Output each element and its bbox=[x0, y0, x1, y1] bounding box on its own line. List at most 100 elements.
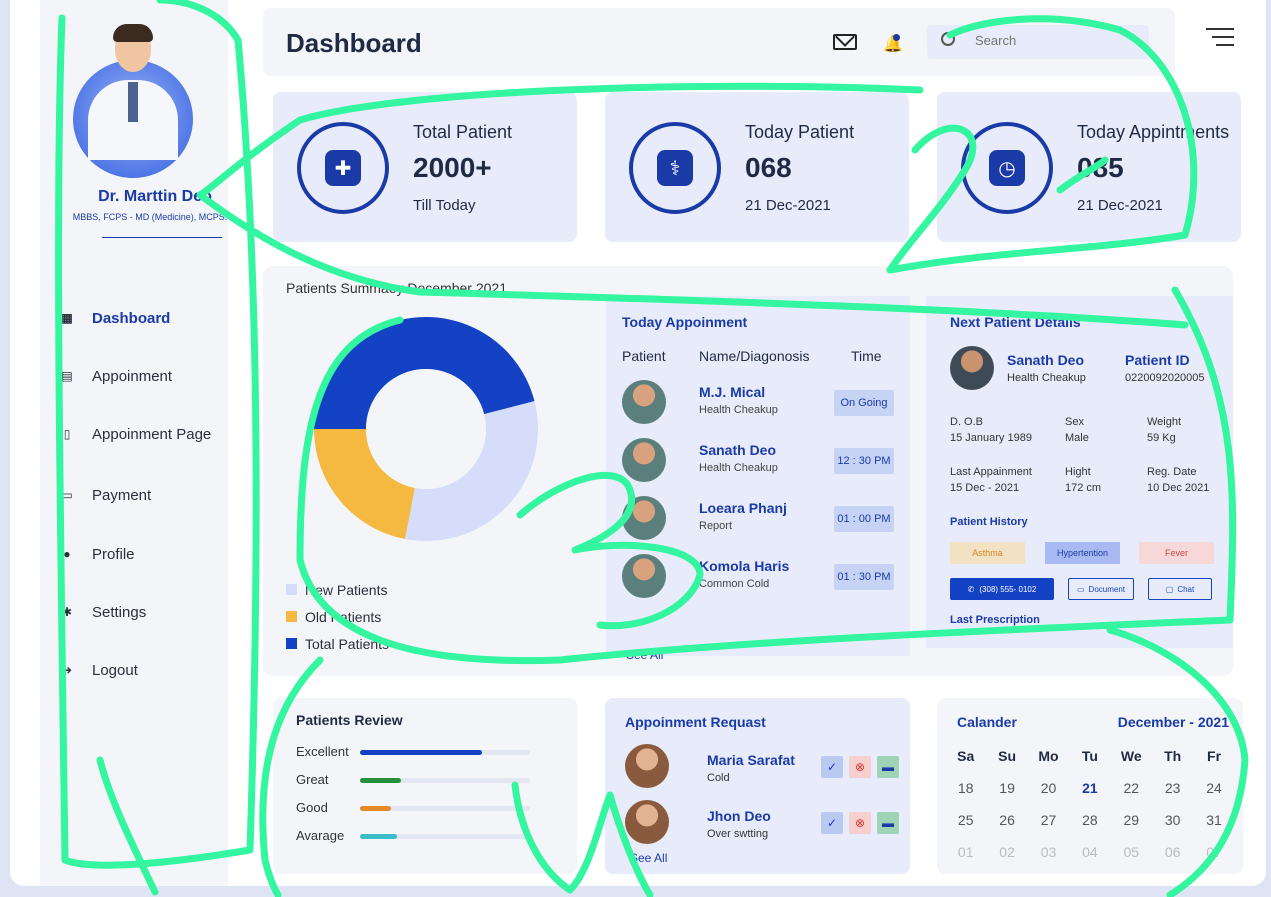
stat-subtitle: Till Today bbox=[413, 197, 476, 214]
calendar-day[interactable]: 30 bbox=[1152, 812, 1193, 828]
stat-value: 2000+ bbox=[413, 152, 492, 183]
next-patient-avatar bbox=[950, 346, 994, 390]
card-icon: ▭ bbox=[61, 488, 73, 502]
field-label: Weight bbox=[1147, 416, 1182, 428]
doctor-name: Dr. Marttin Deo bbox=[98, 188, 212, 205]
calendar-day[interactable]: 28 bbox=[1069, 812, 1110, 828]
weekday-label: Tu bbox=[1081, 748, 1098, 764]
calendar-title: Calander bbox=[957, 714, 1017, 730]
appointment-title: Today Appoinment bbox=[622, 314, 748, 330]
calendar-day[interactable]: 01 bbox=[945, 844, 986, 860]
call-button[interactable]: ✆ (308) 555- 0102 bbox=[950, 578, 1054, 600]
field-value: 10 Dec 2021 bbox=[1147, 482, 1210, 494]
calendar-day[interactable]: 06 bbox=[1152, 844, 1193, 860]
sidebar-item-label: Profile bbox=[92, 545, 135, 563]
see-all-appointments-link[interactable]: See All bbox=[626, 648, 663, 662]
patients-review-card: Patients Review Excellent Great Good Avarag… bbox=[273, 698, 577, 874]
reject-button[interactable]: ⊗ bbox=[849, 756, 871, 778]
calendar-day[interactable]: 22 bbox=[1111, 780, 1152, 796]
patient-field-hight: Hight 172 cm bbox=[1065, 466, 1101, 494]
appointment-row[interactable]: M.J. Mical Health Cheakup On Going bbox=[622, 380, 902, 426]
sidebar-item-settings[interactable]: ✱ Settings bbox=[60, 598, 240, 626]
grid-icon: ▦ bbox=[61, 311, 73, 325]
patient-id-value: 0220092020005 bbox=[1125, 372, 1205, 384]
appointment-time-badge: 01 : 30 PM bbox=[834, 564, 894, 590]
doctor-degrees: MBBS, FCPS - MD (Medicine), MCPS. bbox=[72, 212, 228, 222]
patient-diagnosis: Health Cheakup bbox=[699, 404, 778, 416]
calendar-day[interactable]: 29 bbox=[1111, 812, 1152, 828]
chat-button[interactable]: ▢ Chat bbox=[1148, 578, 1212, 600]
review-bar-track bbox=[360, 750, 530, 755]
calendar-day[interactable]: 25 bbox=[945, 812, 986, 828]
calendar-card: Calander December - 2021 Sa Su Mo Tu We Th Fr 1… bbox=[937, 698, 1243, 874]
patient-id-label: Patient ID bbox=[1125, 352, 1190, 368]
search-input[interactable] bbox=[975, 33, 1135, 48]
calendar-day[interactable]: 23 bbox=[1152, 780, 1193, 796]
review-label: Great bbox=[296, 772, 329, 787]
calendar-weekday-row: Sa Su Mo Tu We Th Fr bbox=[945, 740, 1235, 772]
accept-button[interactable]: ✓ bbox=[821, 756, 843, 778]
calendar-day[interactable]: 20 bbox=[1028, 780, 1069, 796]
stat-subtitle: 21 Dec-2021 bbox=[1077, 197, 1163, 214]
calendar-day[interactable]: 27 bbox=[1028, 812, 1069, 828]
history-tag: Asthma bbox=[950, 542, 1025, 564]
doctor-tie bbox=[128, 82, 138, 122]
patient-icon: ✚ bbox=[325, 150, 361, 186]
field-label: Hight bbox=[1065, 466, 1091, 478]
calendar-month[interactable]: December - 2021 bbox=[1118, 714, 1229, 730]
calendar-day[interactable]: 07 bbox=[1193, 844, 1234, 860]
stat-value: 085 bbox=[1077, 152, 1124, 183]
appointment-row[interactable]: Komola Haris Common Cold 01 : 30 PM bbox=[622, 554, 902, 600]
calendar-week: 01 02 03 04 05 06 07 bbox=[945, 836, 1235, 868]
review-bar-fill bbox=[360, 806, 391, 811]
calendar-day[interactable]: 18 bbox=[945, 780, 986, 796]
calendar-day[interactable]: 02 bbox=[986, 844, 1027, 860]
see-all-requests-link[interactable]: See All bbox=[630, 851, 667, 865]
today-appointment-card: Today Appoinment Patient Name/Diagonosis… bbox=[606, 296, 910, 662]
appointment-row[interactable]: Sanath Deo Health Cheakup 12 : 30 PM bbox=[622, 438, 902, 484]
calendar-week: 25 26 27 28 29 30 31 bbox=[945, 804, 1235, 836]
patient-icon-ring: ✚ bbox=[297, 122, 389, 214]
calendar-day[interactable]: 03 bbox=[1028, 844, 1069, 860]
appointment-row[interactable]: Loeara Phanj Report 01 : 00 PM bbox=[622, 496, 902, 542]
search-icon[interactable] bbox=[941, 32, 955, 46]
review-row: Good bbox=[296, 800, 556, 816]
sidebar-item-dashboard[interactable]: ▦ Dashboard bbox=[60, 304, 240, 332]
weekday-label: We bbox=[1120, 748, 1142, 764]
doctor-hair bbox=[113, 24, 153, 42]
sidebar-item-appoinment[interactable]: ▤ Appoinment bbox=[60, 362, 240, 390]
patient-field-weight: Weight 59 Kg bbox=[1147, 416, 1181, 444]
calendar-day[interactable]: 31 bbox=[1193, 812, 1234, 828]
history-tag: Hypertention bbox=[1045, 542, 1120, 564]
stat-value: 068 bbox=[745, 152, 792, 183]
search-box[interactable] bbox=[927, 25, 1149, 59]
calendar-day[interactable]: 19 bbox=[986, 780, 1027, 796]
calendar-day[interactable]: 05 bbox=[1111, 844, 1152, 860]
sidebar-item-payment[interactable]: ▭ Payment bbox=[60, 481, 240, 509]
sidebar-item-logout[interactable]: ➜ Logout bbox=[60, 656, 240, 684]
field-value: 15 Dec - 2021 bbox=[950, 482, 1020, 494]
review-bar-fill bbox=[360, 834, 398, 839]
calendar-day[interactable]: 26 bbox=[986, 812, 1027, 828]
message-button[interactable]: ▬ bbox=[877, 756, 899, 778]
legend-label: Old Patients bbox=[305, 608, 382, 625]
stat-title: Total Patient bbox=[413, 122, 513, 142]
calendar-day[interactable]: 21 bbox=[1069, 780, 1110, 796]
request-avatar bbox=[625, 744, 669, 788]
accept-button[interactable]: ✓ bbox=[821, 812, 843, 834]
weekday-label: Sa bbox=[957, 748, 975, 764]
message-button[interactable]: ▬ bbox=[877, 812, 899, 834]
sidebar-item-appoinment-page[interactable]: ▯ Appoinment Page bbox=[60, 420, 240, 448]
sidebar-item-label: Appoinment bbox=[92, 367, 173, 385]
calendar-day[interactable]: 04 bbox=[1069, 844, 1110, 860]
request-diagnosis: Cold bbox=[707, 772, 730, 784]
field-label: Sex bbox=[1065, 416, 1084, 428]
document-button[interactable]: ▭ Document bbox=[1068, 578, 1134, 600]
mail-icon[interactable] bbox=[833, 34, 857, 50]
reject-button[interactable]: ⊗ bbox=[849, 812, 871, 834]
menu-icon[interactable] bbox=[1206, 28, 1236, 52]
calendar-day[interactable]: 24 bbox=[1193, 780, 1234, 796]
patient-diagnosis: Report bbox=[699, 520, 733, 532]
sidebar-item-profile[interactable]: ● Profile bbox=[60, 540, 240, 568]
patient-drip-icon-ring: ⚕ bbox=[629, 122, 721, 214]
